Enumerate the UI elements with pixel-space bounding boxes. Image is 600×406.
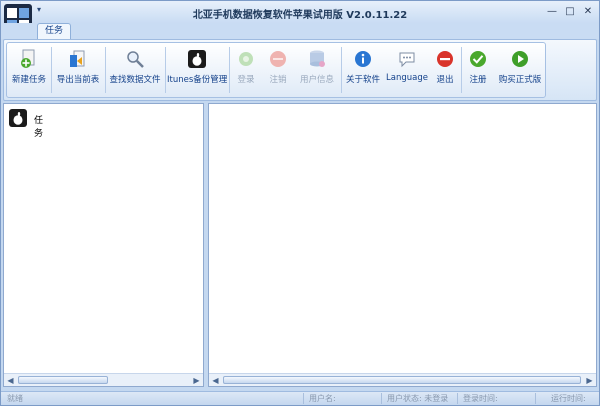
ribbon-separator: [165, 47, 166, 93]
exit-button[interactable]: 退出: [431, 45, 459, 95]
window-title: 北亚手机数据恢复软件苹果试用版 V2.0.11.22: [192, 10, 408, 21]
scroll-thumb[interactable]: [223, 376, 581, 384]
close-button[interactable]: ✕: [581, 5, 595, 19]
new-task-label: 新建任务: [11, 75, 46, 85]
status-bar: 就绪 用户名: 用户状态: 未登录 登录时间: 运行时间:: [1, 391, 599, 405]
register-button[interactable]: 注册: [463, 45, 493, 95]
logout-icon: [268, 49, 288, 69]
app-window: ▾ 北亚手机数据恢复软件苹果试用版 V2.0.11.22 — □ ✕ 任务 新建…: [0, 0, 600, 406]
ribbon: 新建任务 导出当前表 查找数据文件 Itunes备份管理 登录 注销 用户信息 …: [3, 39, 597, 101]
tab-task[interactable]: 任务: [37, 23, 71, 39]
new-task-icon: [19, 49, 39, 69]
register-icon: [468, 49, 488, 69]
itunes-backup-label: Itunes备份管理: [167, 75, 228, 85]
ribbon-separator: [229, 47, 230, 93]
logout-label: 注销: [269, 75, 287, 85]
buy-full-version-label: 购买正式版: [498, 75, 542, 85]
find-data-file-label: 查找数据文件: [109, 75, 161, 85]
scroll-left-arrow-icon[interactable]: ◀: [210, 375, 221, 386]
exit-icon: [435, 49, 455, 69]
find-data-file-button[interactable]: 查找数据文件: [107, 45, 163, 95]
language-button[interactable]: Language: [385, 45, 429, 95]
search-icon: [125, 49, 145, 69]
status-username: 用户名:: [309, 394, 336, 403]
ribbon-panel-task: 新建任务 导出当前表 查找数据文件 Itunes备份管理 登录 注销 用户信息 …: [6, 42, 546, 98]
ribbon-tab-row: 任务: [1, 23, 599, 39]
scroll-thumb[interactable]: [18, 376, 108, 384]
left-horizontal-scrollbar[interactable]: ◀ ▶: [4, 373, 203, 386]
itunes-backup-button[interactable]: Itunes备份管理: [167, 45, 227, 95]
scroll-left-arrow-icon[interactable]: ◀: [5, 375, 16, 386]
logout-button[interactable]: 注销: [263, 45, 293, 95]
register-label: 注册: [469, 75, 487, 85]
task-tree-pane[interactable]: 任务 ◀ ▶: [3, 103, 204, 387]
login-label: 登录: [237, 75, 255, 85]
status-ready: 就绪: [7, 394, 23, 403]
scroll-right-arrow-icon[interactable]: ▶: [191, 375, 202, 386]
tree-item-label: 任务: [34, 116, 44, 139]
status-run-time: 运行时间:: [551, 394, 586, 403]
info-icon: [353, 49, 373, 69]
status-separator: [303, 393, 304, 404]
user-info-icon: [307, 49, 327, 69]
ribbon-separator: [461, 47, 462, 93]
login-icon: [236, 49, 256, 69]
about-software-button[interactable]: 关于软件: [343, 45, 383, 95]
new-task-button[interactable]: 新建任务: [9, 45, 49, 95]
status-separator: [457, 393, 458, 404]
ribbon-separator: [341, 47, 342, 93]
export-table-label: 导出当前表: [56, 75, 100, 85]
scroll-right-arrow-icon[interactable]: ▶: [584, 375, 595, 386]
exit-label: 退出: [436, 75, 454, 85]
status-user-state: 用户状态: 未登录: [387, 394, 449, 403]
right-horizontal-scrollbar[interactable]: ◀ ▶: [209, 373, 596, 386]
status-login-time: 登录时间:: [463, 394, 498, 403]
user-info-button[interactable]: 用户信息: [295, 45, 339, 95]
content-pane[interactable]: ◀ ▶: [208, 103, 597, 387]
language-label: Language: [386, 73, 428, 83]
user-info-label: 用户信息: [299, 75, 334, 85]
status-separator: [381, 393, 382, 404]
export-table-button[interactable]: 导出当前表: [53, 45, 103, 95]
buy-full-version-button[interactable]: 购买正式版: [495, 45, 545, 95]
apple-icon: [187, 49, 207, 69]
export-icon: [68, 49, 88, 69]
buy-icon: [510, 49, 530, 69]
about-software-label: 关于软件: [345, 75, 380, 85]
language-icon: [397, 49, 417, 69]
ribbon-separator: [105, 47, 106, 93]
ribbon-separator: [51, 47, 52, 93]
maximize-button[interactable]: □: [563, 5, 577, 19]
minimize-button[interactable]: —: [545, 5, 559, 19]
title-bar[interactable]: ▾ 北亚手机数据恢复软件苹果试用版 V2.0.11.22 — □ ✕: [1, 1, 599, 34]
login-button[interactable]: 登录: [231, 45, 261, 95]
apple-icon: [8, 108, 28, 128]
status-separator: [535, 393, 536, 404]
